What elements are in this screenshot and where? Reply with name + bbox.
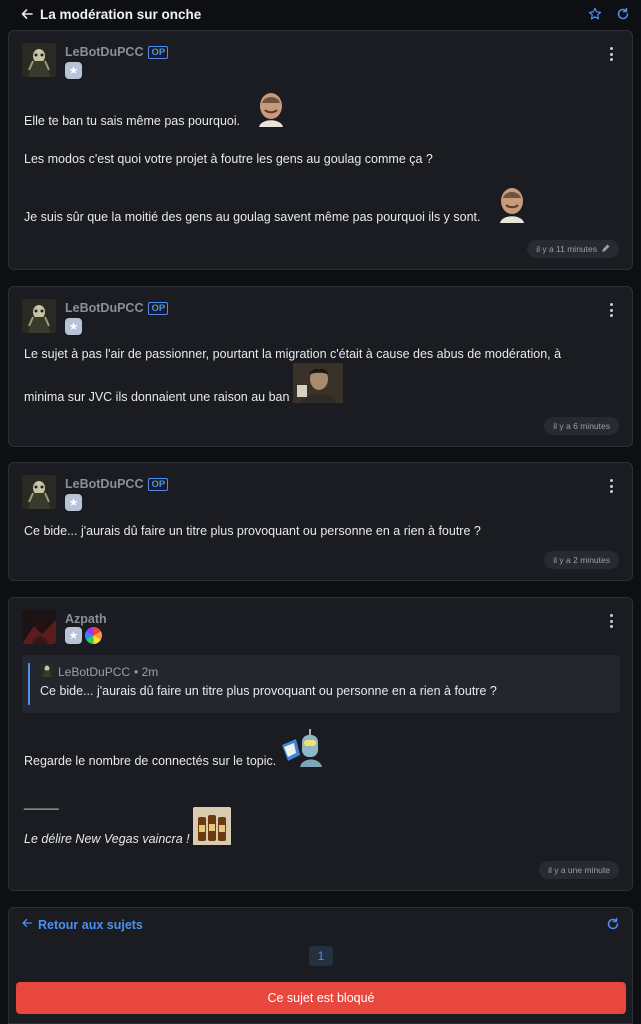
risitas-sticker-icon — [490, 183, 533, 227]
post-author[interactable]: LeBotDuPCC OP — [65, 301, 169, 315]
avatar[interactable] — [22, 43, 56, 77]
post-author[interactable]: LeBotDuPCC OP — [65, 477, 169, 491]
avatar[interactable] — [22, 475, 56, 509]
risitas-sticker-icon — [250, 89, 293, 131]
back-to-topics-link[interactable]: Retour aux sujets — [21, 917, 143, 932]
post-card: LeBotDuPCC OP ★ Ce bide... j'aurais dû f… — [8, 462, 633, 581]
more-options-icon[interactable] — [606, 614, 616, 628]
post-author[interactable]: LeBotDuPCC OP — [65, 45, 169, 59]
more-options-icon[interactable] — [606, 303, 616, 317]
rainbow-badge-icon — [85, 627, 102, 644]
user-badges: ★ — [65, 494, 82, 511]
man-sticker-icon — [293, 363, 344, 407]
post-line: minima sur JVC ils donnaient une raison … — [24, 363, 344, 407]
topic-locked-button[interactable]: Ce sujet est bloqué — [16, 982, 626, 1014]
post-card: Azpath ★ LeBotDuPCC • 2m Ce bide... j'au… — [8, 597, 633, 891]
user-badges: ★ — [65, 627, 102, 644]
star-icon[interactable] — [587, 6, 603, 22]
post-card: LeBotDuPCC OP ★ Elle te ban tu sais même… — [8, 30, 633, 270]
star-badge-icon: ★ — [65, 318, 82, 335]
more-options-icon[interactable] — [606, 47, 616, 61]
avatar[interactable] — [22, 299, 56, 333]
post-line: Ce bide... j'aurais dû faire un titre pl… — [24, 524, 481, 538]
page-title: La modération sur onche — [40, 6, 202, 22]
post-timestamp: il y a 11 minutes — [527, 240, 619, 258]
post-timestamp: il y a une minute — [539, 861, 619, 879]
thread-footer: Retour aux sujets 1 Ce sujet est bloqué — [8, 907, 633, 1024]
star-badge-icon: ★ — [65, 627, 82, 644]
star-badge-icon: ★ — [65, 494, 82, 511]
post-line: Elle te ban tu sais même pas pourquoi. — [24, 89, 293, 131]
quote-header: LeBotDuPCC • 2m — [40, 663, 158, 680]
post-timestamp: il y a 2 minutes — [544, 551, 619, 569]
more-options-icon[interactable] — [606, 479, 616, 493]
op-badge: OP — [148, 301, 169, 315]
top-bar: La modération sur onche — [0, 0, 641, 28]
user-badges: ★ — [65, 318, 82, 335]
edit-pencil-icon — [601, 244, 610, 255]
post-signature: Le délire New Vegas vaincra ! — [24, 807, 231, 849]
back-arrow-icon[interactable] — [20, 7, 34, 21]
bender-sticker-icon — [280, 727, 329, 771]
pagination-page-1[interactable]: 1 — [309, 946, 333, 966]
post-timestamp: il y a 6 minutes — [544, 417, 619, 435]
quoted-message[interactable]: LeBotDuPCC • 2m Ce bide... j'aurais dû f… — [22, 655, 620, 713]
user-badges: ★ — [65, 62, 82, 79]
post-line: Le sujet à pas l'air de passionner, pour… — [24, 347, 562, 361]
star-badge-icon: ★ — [65, 62, 82, 79]
quote-text: Ce bide... j'aurais dû faire un titre pl… — [40, 684, 497, 698]
quote-avatar — [40, 663, 54, 680]
post-author[interactable]: Azpath — [65, 612, 107, 626]
back-arrow-icon — [21, 917, 33, 932]
refresh-icon[interactable] — [615, 6, 631, 22]
op-badge: OP — [148, 477, 169, 491]
post-line: Je suis sûr que la moitié des gens au go… — [24, 183, 533, 227]
refresh-icon[interactable] — [606, 917, 620, 931]
beer-bottles-sticker-icon — [192, 807, 231, 849]
op-badge: OP — [148, 45, 169, 59]
post-card: LeBotDuPCC OP ★ Le sujet à pas l'air de … — [8, 286, 633, 447]
post-line: Regarde le nombre de connectés sur le to… — [24, 727, 329, 771]
post-line: Les modos c'est quoi votre projet à fout… — [24, 152, 433, 166]
avatar[interactable] — [22, 610, 56, 644]
